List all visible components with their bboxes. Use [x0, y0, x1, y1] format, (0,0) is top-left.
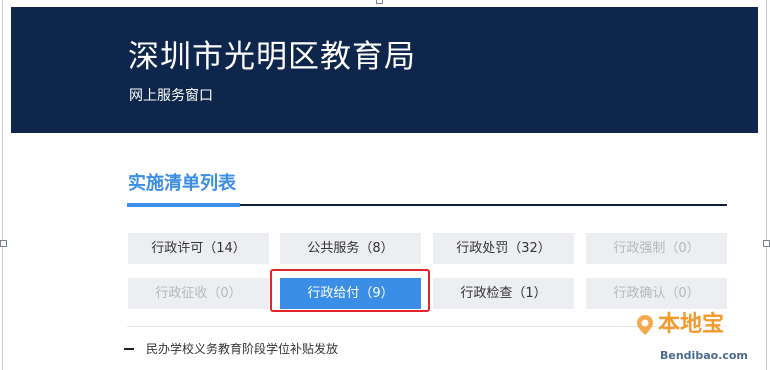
active-tab-indicator [127, 203, 240, 207]
category-button-levy[interactable]: 行政征收（0） [128, 278, 269, 309]
category-button-public-service[interactable]: 公共服务（8） [280, 233, 421, 264]
category-button-inspection[interactable]: 行政检查（1） [433, 278, 574, 309]
page-subtitle: 网上服务窗口 [129, 88, 213, 104]
page-header: 深圳市光明区教育局 网上服务窗口 [11, 7, 758, 133]
list-bullet-dash [124, 348, 134, 350]
window-right-border [766, 0, 767, 370]
resize-handle-right[interactable] [763, 240, 770, 247]
location-pin-icon [637, 315, 653, 335]
watermark-url: Bendibao.com [660, 349, 748, 362]
resize-handle-left[interactable] [0, 240, 7, 247]
category-button-confirmation[interactable]: 行政确认（0） [586, 278, 727, 309]
section-title[interactable]: 实施清单列表 [128, 173, 236, 195]
category-button-license[interactable]: 行政许可（14） [128, 233, 269, 264]
category-button-enforcement[interactable]: 行政强制（0） [586, 233, 727, 264]
highlight-annotation-box [270, 269, 430, 312]
section-divider [240, 204, 727, 206]
page-title: 深圳市光明区教育局 [128, 39, 416, 75]
resize-handle-top[interactable] [376, 0, 383, 4]
list-item[interactable]: 民办学校义务教育阶段学位补贴发放 [146, 341, 338, 357]
watermark-logo-text: 本地宝 [658, 312, 725, 337]
category-button-penalty[interactable]: 行政处罚（32） [433, 233, 574, 264]
window-left-border [2, 0, 3, 370]
